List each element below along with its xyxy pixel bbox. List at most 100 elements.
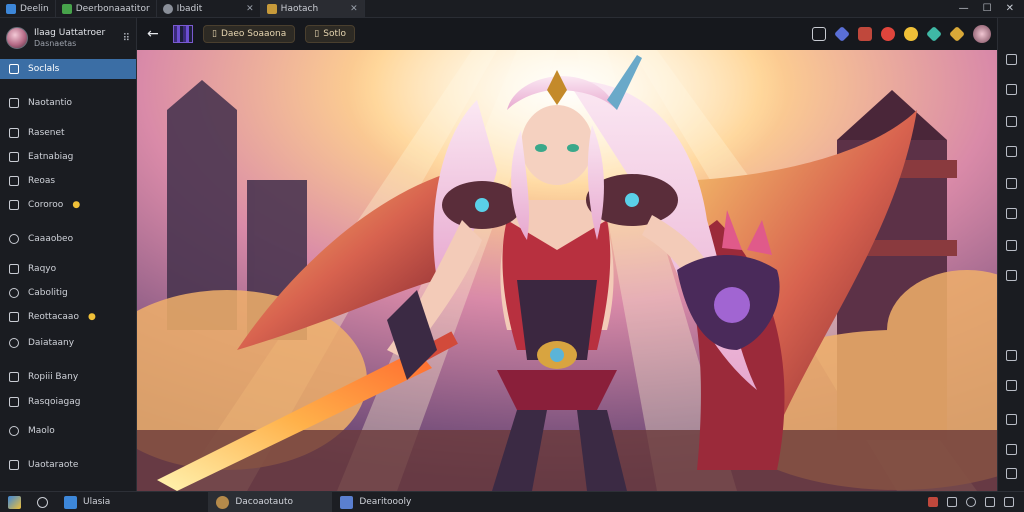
- profile-header[interactable]: Ilaag Uattatroer Dasnaetas ⠿: [0, 18, 136, 58]
- chat-icon: [9, 200, 19, 210]
- battery-icon[interactable]: [985, 497, 995, 507]
- avatar[interactable]: [6, 27, 28, 49]
- taskbar-app-label: Dacoaotauto: [235, 497, 294, 507]
- profile-subtitle: Dasnaetas: [34, 39, 77, 48]
- notification-badge: ●: [87, 312, 96, 322]
- window-controls: — ☐ ✕: [959, 0, 1024, 17]
- card-icon[interactable]: [858, 27, 872, 41]
- sidebar-item-label: Raqyo: [28, 264, 57, 274]
- star-icon: [9, 312, 19, 322]
- clock-icon: [9, 288, 19, 298]
- sidebar-item-naotantio[interactable]: Naotantio: [0, 93, 136, 113]
- sidebar-item-uaotaraote[interactable]: Uaotaraote: [0, 455, 136, 475]
- style-chip[interactable]: ▯ Sotlo: [305, 25, 355, 43]
- download-icon[interactable]: [1006, 414, 1017, 425]
- app-icon: [61, 3, 72, 14]
- frame-icon[interactable]: [1006, 240, 1017, 251]
- artwork-image: [137, 50, 997, 491]
- sidebar-item-maolo[interactable]: Maolo: [0, 421, 136, 441]
- toolbar-icon-group: [812, 25, 997, 43]
- heart-icon[interactable]: [881, 27, 895, 41]
- windows-icon: [8, 495, 21, 509]
- album-chip[interactable]: ▯ Daeo Soaaona: [203, 25, 296, 43]
- calendar-icon[interactable]: [1006, 178, 1017, 189]
- taskbar-app-dacoaotauto[interactable]: Dacoaotauto: [208, 491, 333, 512]
- panel-icon[interactable]: [1006, 270, 1017, 281]
- info-icon[interactable]: [812, 27, 826, 41]
- window-icon[interactable]: [1006, 84, 1017, 95]
- document-icon: [9, 372, 19, 382]
- volume-icon[interactable]: [966, 497, 976, 507]
- search-icon: [37, 496, 48, 508]
- sidebar-item-caaaobeo[interactable]: Caaaobeo: [0, 229, 136, 249]
- layers-icon[interactable]: [1006, 146, 1017, 157]
- browser-tab-4[interactable]: Haotach ✕: [260, 0, 365, 17]
- chip-icon: ▯: [212, 29, 217, 39]
- browser-tab-3[interactable]: Ibadit ✕: [157, 0, 261, 17]
- panel-toggle-icon[interactable]: [1006, 468, 1017, 479]
- browser-tab-1[interactable]: Deelin: [0, 0, 56, 17]
- bookmark-icon[interactable]: [1006, 350, 1017, 361]
- menu-icon[interactable]: [1006, 54, 1017, 65]
- close-tab-icon[interactable]: ✕: [246, 4, 254, 14]
- app-icon: [64, 495, 77, 509]
- minimize-icon[interactable]: —: [959, 3, 969, 14]
- sidebar-item-soclals[interactable]: Soclals: [0, 59, 136, 79]
- sidebar-item-eatnabiag[interactable]: Eatnabiag: [0, 147, 136, 167]
- sidebar-item-label: Daiataany: [28, 338, 75, 348]
- taskbar-app-ulasia[interactable]: Ulasia: [56, 492, 118, 512]
- gallery-thumbnail-icon[interactable]: [173, 25, 193, 43]
- profile-name: Ilaag Uattatroer: [34, 28, 106, 38]
- copy-icon[interactable]: [1006, 116, 1017, 127]
- sidebar-item-rasenet[interactable]: Rasenet: [0, 123, 136, 143]
- taskbar-app-dearitoooly[interactable]: Dearitoooly: [332, 492, 419, 512]
- browser-tab-2[interactable]: Deerbonaaatitor: [56, 0, 157, 17]
- notification-icon[interactable]: [1004, 497, 1014, 507]
- chip-label: Daeo Soaaona: [220, 29, 287, 39]
- tab-label: Deelin: [20, 3, 49, 14]
- network-icon[interactable]: [947, 497, 957, 507]
- app-icon: [162, 3, 173, 14]
- sidebar-item-label: Eatnabiag: [28, 152, 74, 162]
- taskbar-app-label: Dearitoooly: [359, 497, 412, 507]
- crystal-icon[interactable]: [926, 26, 942, 42]
- taskbar-app-label: Ulasia: [83, 497, 111, 507]
- sidebar-item-label: Rasenet: [28, 128, 65, 138]
- start-button[interactable]: [0, 492, 29, 512]
- image-icon: [9, 176, 19, 186]
- maximize-icon[interactable]: ☐: [983, 3, 992, 14]
- tab-label: Haotach: [280, 3, 319, 14]
- back-arrow-icon[interactable]: ←: [147, 26, 163, 42]
- tray-app-icon[interactable]: [928, 497, 938, 507]
- close-icon[interactable]: ✕: [1006, 3, 1014, 14]
- close-tab-icon[interactable]: ✕: [350, 4, 358, 14]
- sidebar-item-label: Naotantio: [28, 98, 73, 108]
- bell-icon: [9, 98, 19, 108]
- sidebar-item-cororoo[interactable]: Cororoo ●: [0, 195, 136, 215]
- sidebar-item-ropiii-bany[interactable]: Ropiii Bany: [0, 367, 136, 387]
- sidebar-item-label: Rasqoiagag: [28, 397, 81, 407]
- sidebar-item-raqyo[interactable]: Raqyo: [0, 259, 136, 279]
- sidebar-item-reottacaao[interactable]: Reottacaao ●: [0, 307, 136, 327]
- sidebar-item-daiataany[interactable]: Daiataany: [0, 333, 136, 353]
- sidebar-item-label: Cororoo: [28, 200, 64, 210]
- apps-grid-icon[interactable]: ⠿: [123, 33, 130, 44]
- sidebar-item-label: Soclals: [28, 64, 60, 74]
- sidebar-item-rasqoiagag[interactable]: Rasqoiagag: [0, 392, 136, 412]
- share-icon[interactable]: [1006, 380, 1017, 391]
- sidebar-item-label: Ropiii Bany: [28, 372, 79, 382]
- taskbar-search[interactable]: [29, 492, 56, 512]
- sidebar-item-label: Reoas: [28, 176, 56, 186]
- tag-icon: [9, 397, 19, 407]
- tab-label: Deerbonaaatitor: [75, 3, 150, 14]
- settings-icon[interactable]: [1006, 444, 1017, 455]
- folder-icon: [9, 128, 19, 138]
- trophy-icon[interactable]: [949, 26, 965, 42]
- emoji-icon[interactable]: [904, 27, 918, 41]
- gem-icon[interactable]: [834, 26, 850, 42]
- sidebar-item-label: Caaaobeo: [28, 234, 74, 244]
- sidebar-item-cabolitig[interactable]: Cabolitig: [0, 283, 136, 303]
- user-avatar-icon[interactable]: [973, 25, 991, 43]
- grid-icon[interactable]: [1006, 208, 1017, 219]
- sidebar-item-reoas[interactable]: Reoas: [0, 171, 136, 191]
